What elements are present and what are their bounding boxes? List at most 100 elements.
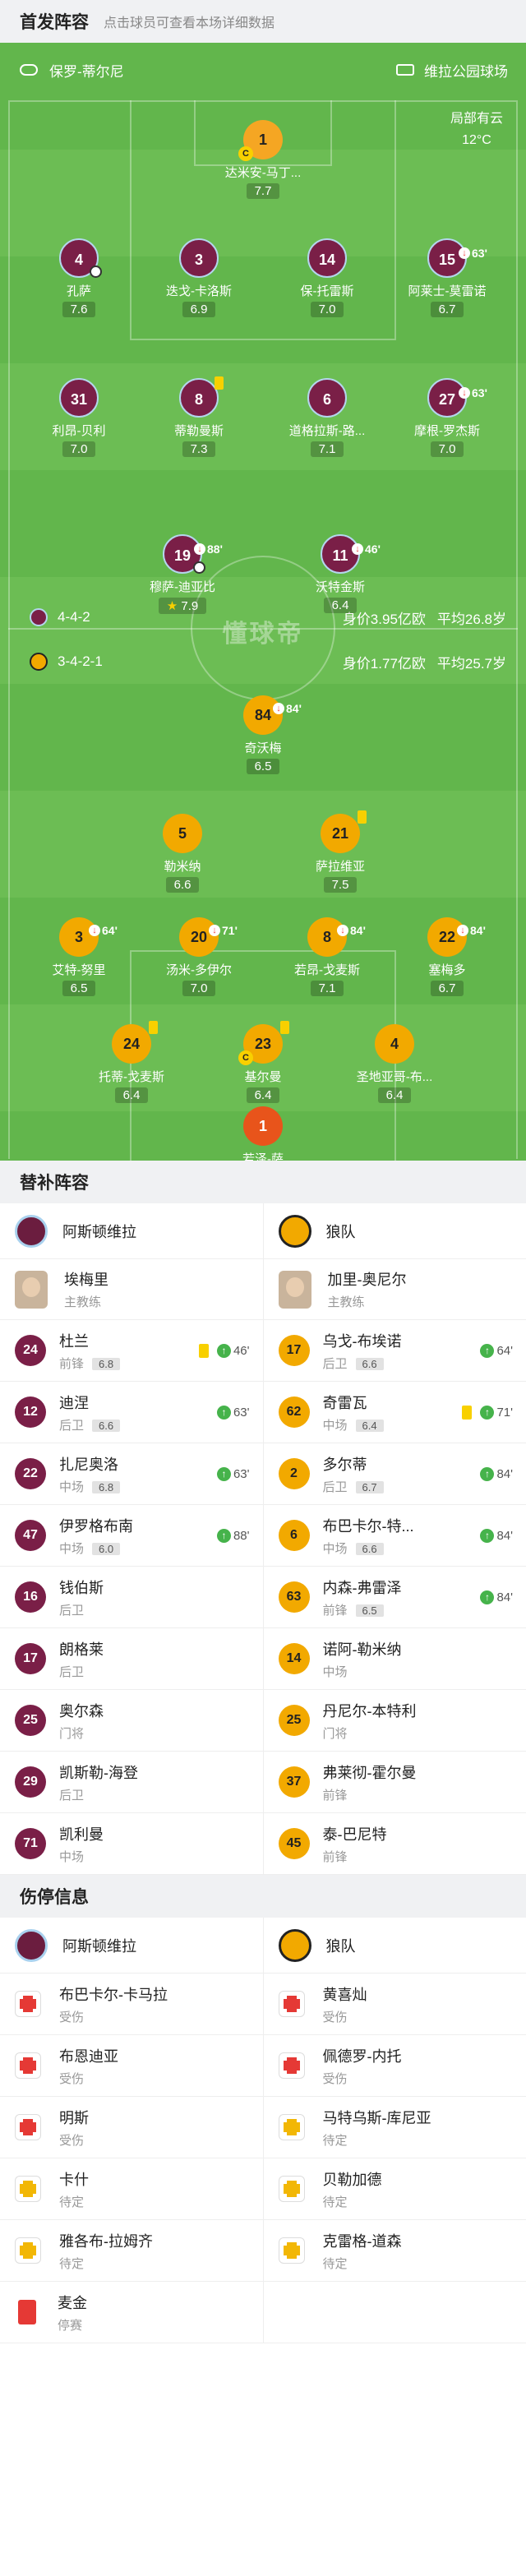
pitch-player[interactable]: 84 ↓ 84' 奇沃梅 6.5: [214, 695, 312, 774]
injury-title: 伤停信息: [20, 1888, 89, 1907]
injury-item[interactable]: 卡什 待定: [0, 2158, 263, 2219]
injury-item[interactable]: 明斯 受伤: [0, 2097, 263, 2158]
player-rating: 7.0: [62, 441, 96, 457]
subs-away-team[interactable]: 狼队: [262, 1203, 526, 1258]
rating-value: 7.0: [70, 442, 88, 456]
pitch-player[interactable]: 4 圣地亚哥-布... 6.4: [345, 1024, 444, 1103]
injury-item[interactable]: 马特乌斯-库尼亚 待定: [262, 2097, 526, 2158]
sub-event: ↑ 63': [216, 1405, 250, 1420]
sub-minute: 84': [350, 924, 366, 937]
sub-player[interactable]: 17 乌戈-布埃诺 后卫 6.6 ↑ 64': [262, 1320, 526, 1381]
pitch-player[interactable]: 27 ↓ 63' 摩根-罗杰斯 7.0: [398, 378, 496, 457]
pitch-player[interactable]: 3 ↓ 64' 艾特-努里 6.5: [30, 917, 128, 996]
injury-item[interactable]: 克雷格-道森 待定: [262, 2220, 526, 2281]
sub-info: 迪涅 后卫 6.6: [59, 1392, 121, 1433]
sub-player[interactable]: 47 伊罗格布南 中场 6.0 ↑ 88': [0, 1505, 263, 1566]
sub-player[interactable]: 24 杜兰 前锋 6.8 ↑ 46': [0, 1320, 263, 1381]
pitch-player[interactable]: 20 ↓ 71' 汤米-多伊尔 7.0: [150, 917, 248, 996]
sub-player[interactable]: 62 奇雷瓦 中场 6.4 ↑ 71': [262, 1382, 526, 1443]
pitch-player[interactable]: 31 利昂-贝利 7.0: [30, 378, 128, 457]
sub-rating: 6.6: [92, 1419, 121, 1432]
pitch-player[interactable]: 4 孔萨 7.6: [30, 238, 128, 317]
sub-player[interactable]: 29 凯斯勒-海登 后卫: [0, 1752, 263, 1812]
rating-value: 7.6: [70, 302, 88, 316]
pitch-player[interactable]: 5 勒米纳 6.6: [133, 814, 232, 893]
pitch-player[interactable]: 23 C 基尔曼 6.4: [214, 1021, 312, 1103]
sub-player[interactable]: 17 朗格莱 后卫: [0, 1628, 263, 1689]
sub-player[interactable]: 16 钱伯斯 后卫: [0, 1567, 263, 1627]
player-name: 摩根-罗杰斯: [414, 424, 480, 438]
injury-item[interactable]: 黄喜灿 受伤: [262, 1974, 526, 2034]
away-coach[interactable]: 加里-奥尼尔 主教练: [262, 1259, 526, 1319]
injury-item[interactable]: 贝勒加德 待定: [262, 2158, 526, 2219]
sub-name: 迪涅: [59, 1394, 89, 1411]
sub-row: 71 凯利曼 中场 45 泰-巴尼特 前锋: [0, 1813, 526, 1875]
pitch-player[interactable]: 22 ↓ 84' 塞梅多 6.7: [398, 917, 496, 996]
sub-off-arrow-icon: ↓: [89, 925, 100, 936]
player-name: 塞梅多: [428, 963, 466, 977]
player-name: 艾特-努里: [52, 963, 106, 977]
sub-player[interactable]: 71 凯利曼 中场: [0, 1813, 263, 1874]
injury-info: 雅各布-拉姆齐 待定: [59, 2230, 153, 2272]
pitch-player[interactable]: 8 蒂勒曼斯 7.3: [150, 376, 248, 457]
sub-position-line: 前锋: [323, 1786, 417, 1803]
injury-info: 卡什 待定: [59, 2168, 89, 2210]
pitch-player[interactable]: 6 道格拉斯-路... 7.1: [278, 378, 376, 457]
sub-position-line: 后卫: [59, 1663, 104, 1680]
pitch-player[interactable]: 3 迭戈-卡洛斯 6.9: [150, 238, 248, 317]
sub-info: 凯斯勒-海登 后卫: [59, 1761, 138, 1803]
sub-name: 奇雷瓦: [322, 1394, 367, 1411]
sub-info: 布巴卡尔-特... 中场 6.6: [323, 1515, 414, 1557]
sub-player[interactable]: 63 内森-弗雷泽 前锋 6.5 ↑ 84': [262, 1567, 526, 1627]
sub-player[interactable]: 2 多尔蒂 后卫 6.7 ↑ 84': [262, 1443, 526, 1504]
pitch-player[interactable]: 14 保-托雷斯 7.0: [278, 238, 376, 317]
pitch-player[interactable]: 1 C 达米安-马丁... 7.7: [214, 120, 312, 199]
sub-event: ↑ 88': [216, 1528, 250, 1543]
pitch-player[interactable]: 24 托蒂-戈麦斯 6.4: [82, 1021, 181, 1103]
sub-on-arrow-icon: ↑: [480, 1343, 495, 1358]
sub-player[interactable]: 12 迪涅 后卫 6.6 ↑ 63': [0, 1382, 263, 1443]
sub-player[interactable]: 14 诺阿-勒米纳 中场: [262, 1628, 526, 1689]
pitch-player[interactable]: 19 ↓ 88' 穆萨-迪亚比 ★ 7.9: [133, 534, 232, 614]
sub-off-indicator: ↓ 84': [273, 689, 302, 728]
sub-event: ↑ 71': [462, 1405, 513, 1420]
sub-on-arrow-icon: ↑: [480, 1590, 495, 1604]
injury-item[interactable]: 麦金 停赛: [0, 2282, 263, 2343]
sub-off-indicator: ↓ 84': [457, 911, 486, 950]
sub-player[interactable]: 6 布巴卡尔-特... 中场 6.6 ↑ 84': [262, 1505, 526, 1566]
sub-player[interactable]: 25 丹尼尔-本特利 门将: [262, 1690, 526, 1751]
pitch-player[interactable]: 8 ↓ 84' 若昂-戈麦斯 7.1: [278, 917, 376, 996]
player-number: 6: [307, 378, 347, 418]
sub-name: 丹尼尔-本特利: [322, 1702, 417, 1720]
pitch-player[interactable]: 1若泽-萨6.8: [214, 1106, 312, 1161]
sub-player[interactable]: 25 奥尔森 门将: [0, 1690, 263, 1751]
injury-item[interactable]: 雅各布-拉姆齐 待定: [0, 2220, 263, 2281]
player-rating: ★ 7.9: [158, 598, 207, 614]
sub-position-line: 门将: [323, 1724, 417, 1742]
injury-item[interactable]: 布恩迪亚 受伤: [0, 2035, 263, 2096]
pitch-player[interactable]: 21 萨拉维亚 7.5: [291, 810, 390, 893]
sub-off-arrow-icon: ↓: [273, 703, 284, 714]
pitch-player[interactable]: 15 ↓ 63' 阿莱士-莫雷诺 6.7: [398, 238, 496, 317]
sub-name: 凯利曼: [59, 1826, 104, 1843]
sub-player[interactable]: 22 扎尼奥洛 中场 6.8 ↑ 63': [0, 1443, 263, 1504]
sub-info: 弗莱彻-霍尔曼 前锋: [323, 1761, 417, 1803]
pitch-player[interactable]: 11 ↓ 46' 沃特金斯 6.4: [291, 534, 390, 613]
injury-home-team[interactable]: 阿斯顿维拉: [0, 1918, 263, 1973]
cross-bar: [283, 2246, 300, 2255]
injury-item[interactable]: 布巴卡尔-卡马拉 受伤: [0, 1974, 263, 2034]
home-coach[interactable]: 埃梅里 主教练: [0, 1259, 263, 1319]
injury-away-team[interactable]: 狼队: [262, 1918, 526, 1973]
subs-home-team[interactable]: 阿斯顿维拉: [0, 1203, 263, 1258]
away-team-name: 狼队: [325, 1937, 356, 1955]
yellow-card-icon: [358, 810, 367, 824]
player-number: 4: [375, 1024, 414, 1064]
injury-item[interactable]: 佩德罗-内托 受伤: [262, 2035, 526, 2096]
player-name: 基尔曼: [244, 1070, 282, 1084]
player-name: 蒂勒曼斯: [173, 424, 224, 438]
injury-info: 马特乌斯-库尼亚 待定: [323, 2107, 431, 2149]
sub-player[interactable]: 45 泰-巴尼特 前锋: [262, 1813, 526, 1874]
player-rating: 7.1: [310, 441, 344, 457]
sub-name: 凯斯勒-海登: [59, 1764, 138, 1781]
sub-player[interactable]: 37 弗莱彻-霍尔曼 前锋: [262, 1752, 526, 1812]
